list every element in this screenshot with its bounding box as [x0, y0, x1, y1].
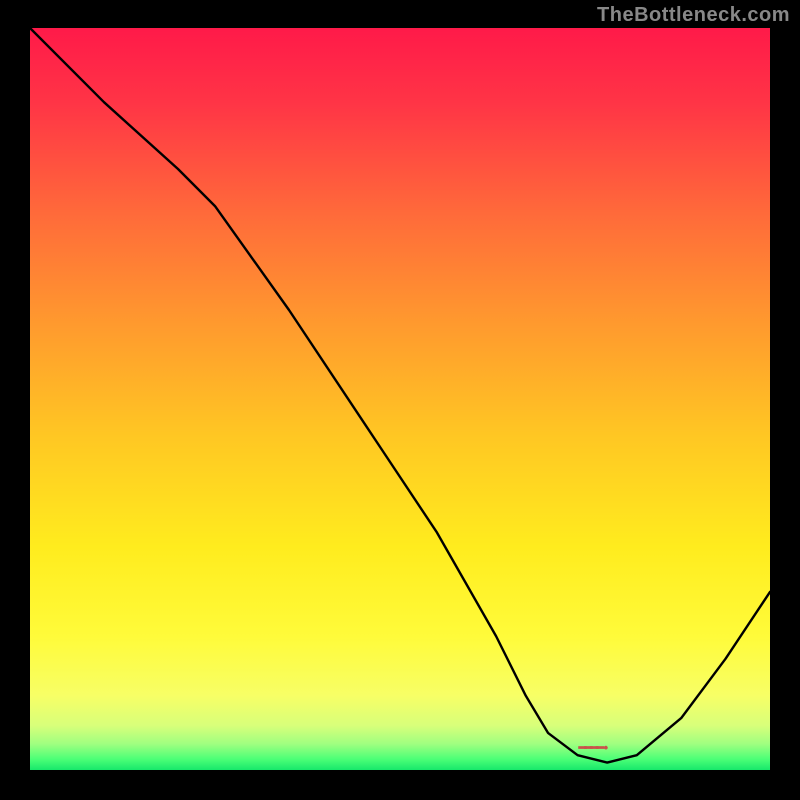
attribution-label: TheBottleneck.com	[597, 4, 790, 27]
bottleneck-curve	[30, 28, 770, 770]
optimal-marker: ━━━━ •	[579, 740, 606, 756]
chart-container: TheBottleneck.com ━━━━ •	[0, 0, 800, 800]
plot-area: ━━━━ •	[30, 28, 770, 770]
